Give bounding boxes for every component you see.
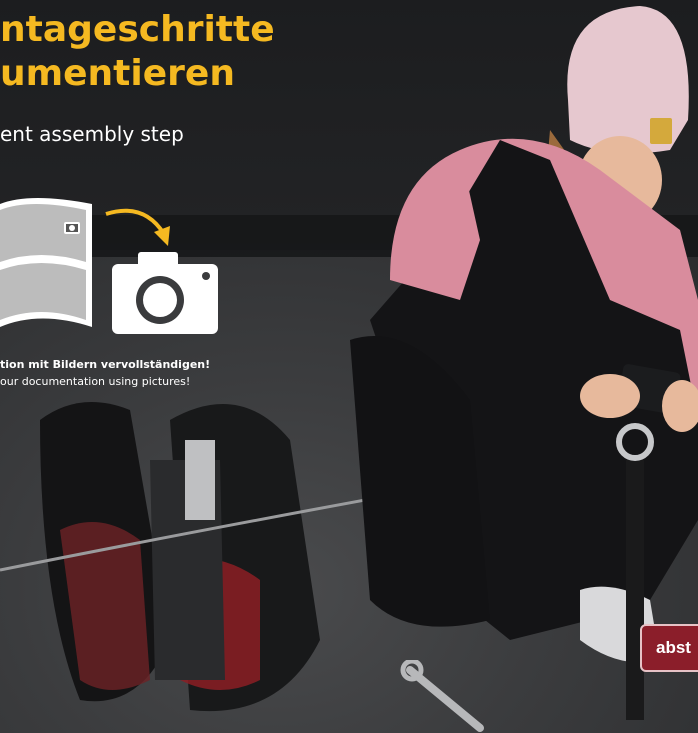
cta-badge-button[interactable]: abst xyxy=(640,624,698,672)
title-line-2: umentieren xyxy=(0,53,235,94)
wrench-tool xyxy=(400,660,484,732)
caption-german: tion mit Bildern vervollständigen! xyxy=(0,358,211,371)
page-subtitle: ent assembly step xyxy=(0,122,184,146)
page-title: ntageschritte umentieren xyxy=(0,8,275,96)
title-line-1: ntageschritte xyxy=(0,9,275,50)
photo-document-icon xyxy=(0,198,92,327)
hero-banner: ntageschritte umentieren ent assembly st… xyxy=(0,0,698,733)
curved-arrow-icon xyxy=(105,208,170,246)
camera-icon xyxy=(112,252,218,334)
